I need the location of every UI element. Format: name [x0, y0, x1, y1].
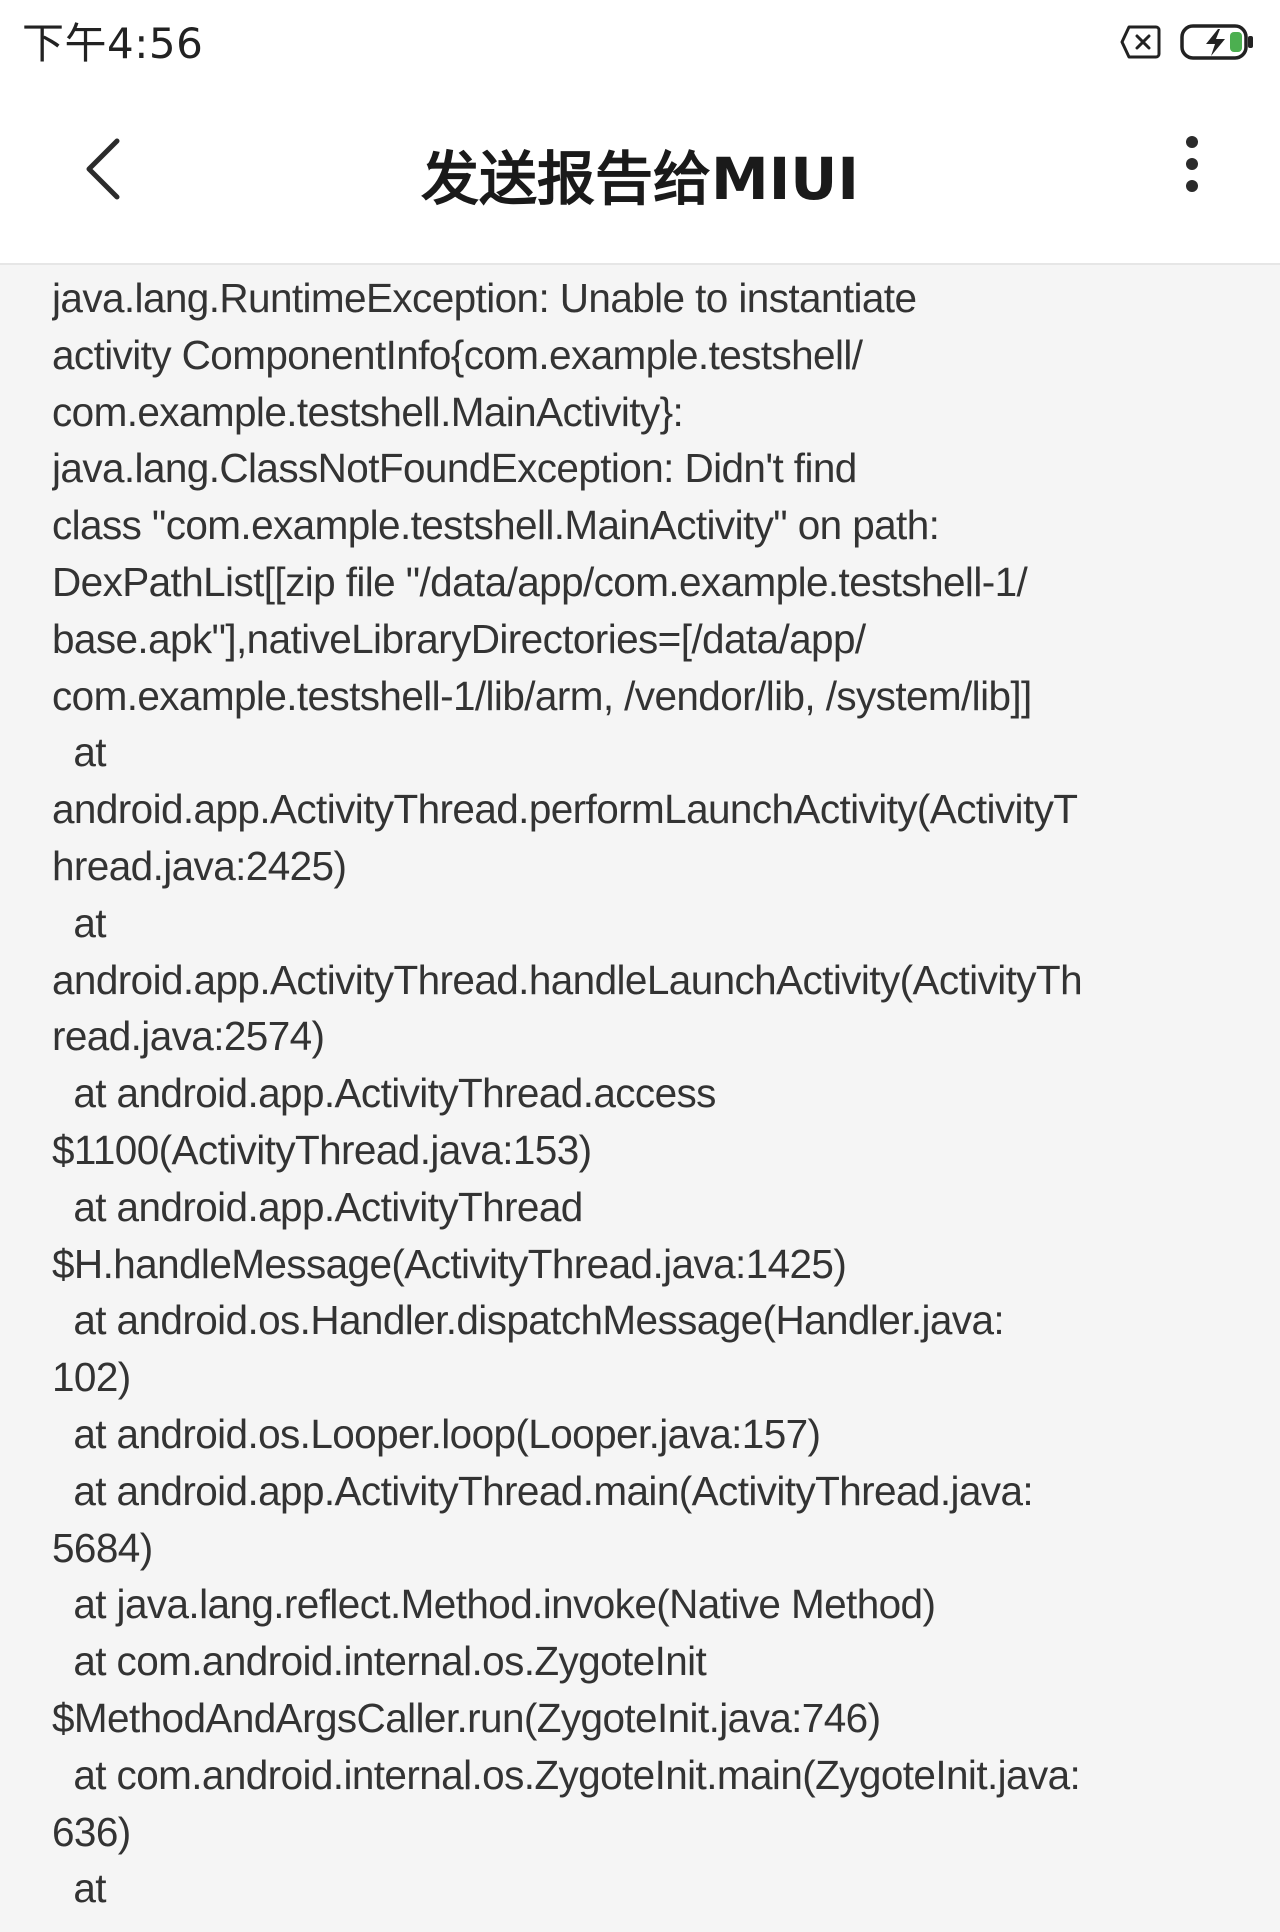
stack-trace-line: at [52, 1865, 106, 1912]
stack-trace-line: at android.os.Looper.loop(Looper.java:15… [52, 1410, 821, 1457]
stack-trace-line: base.apk"],nativeLibraryDirectories=[/da… [52, 615, 866, 662]
stack-trace-line: 636) [52, 1808, 131, 1855]
stack-trace-line: android.app.ActivityThread.performLaunch… [52, 786, 1078, 833]
stack-trace-line: com.example.testshell-1/lib/arm, /vendor… [52, 672, 1032, 719]
stack-trace-line: at android.app.ActivityThread.access [52, 1070, 716, 1117]
stack-trace-line: java.lang.ClassNotFoundException: Didn't… [52, 445, 857, 492]
stack-trace-line: activity ComponentInfo{com.example.tests… [52, 331, 863, 378]
stack-trace-line: at java.lang.reflect.Method.invoke(Nativ… [52, 1581, 936, 1628]
back-button[interactable] [60, 128, 146, 214]
stack-trace-line: $MethodAndArgsCaller.run(ZygoteInit.java… [52, 1694, 881, 1741]
stack-trace-line: at com.android.internal.os.ZygoteInit [52, 1638, 707, 1685]
stack-trace-line: 5684) [52, 1524, 153, 1571]
stack-trace-line: $H.handleMessage(ActivityThread.java:142… [52, 1240, 847, 1287]
stack-trace-line: at android.app.ActivityThread [52, 1183, 583, 1230]
stack-trace-line: hread.java:2425) [52, 842, 347, 889]
crash-report-content[interactable]: java.lang.RuntimeException: Unable to in… [52, 270, 1252, 1932]
status-time: 下午4:56 [22, 19, 204, 68]
more-vert-icon [1185, 134, 1199, 198]
stack-trace-line: class "com.example.testshell.MainActivit… [52, 502, 940, 549]
back-arrow-icon [81, 137, 125, 205]
more-options-button[interactable] [1162, 116, 1222, 216]
stack-trace-line: com.example.testshell.MainActivity}: [52, 388, 684, 435]
sim-card-off-icon [1120, 25, 1162, 63]
stack-trace-line: at com.android.internal.os.ZygoteInit.ma… [52, 1751, 1081, 1798]
status-bar: 下午4:56 [0, 0, 1280, 88]
stack-trace-line: 102) [52, 1354, 131, 1401]
stack-trace-line: at [52, 899, 106, 946]
stack-trace-line: $1100(ActivityThread.java:153) [52, 1126, 592, 1173]
stack-trace-line: java.lang.RuntimeException: Unable to in… [52, 275, 917, 321]
page-title: 发送报告给MIUI [421, 145, 859, 213]
stack-trace-line: read.java:2574) [52, 1013, 325, 1060]
stack-trace-text: java.lang.RuntimeException: Unable to in… [52, 270, 1252, 1917]
app-bar: 发送报告给MIUI [0, 88, 1280, 265]
stack-trace-line: DexPathList[[zip file "/data/app/com.exa… [52, 558, 1028, 605]
stack-trace-line: android.app.ActivityThread.handleLaunchA… [52, 956, 1083, 1003]
battery-charging-icon [1180, 23, 1258, 65]
stack-trace-line: at android.os.Handler.dispatchMessage(Ha… [52, 1297, 1005, 1344]
status-icons [1120, 22, 1258, 66]
stack-trace-line: at android.app.ActivityThread.main(Activ… [52, 1467, 1034, 1514]
stack-trace-line: at [52, 729, 106, 776]
